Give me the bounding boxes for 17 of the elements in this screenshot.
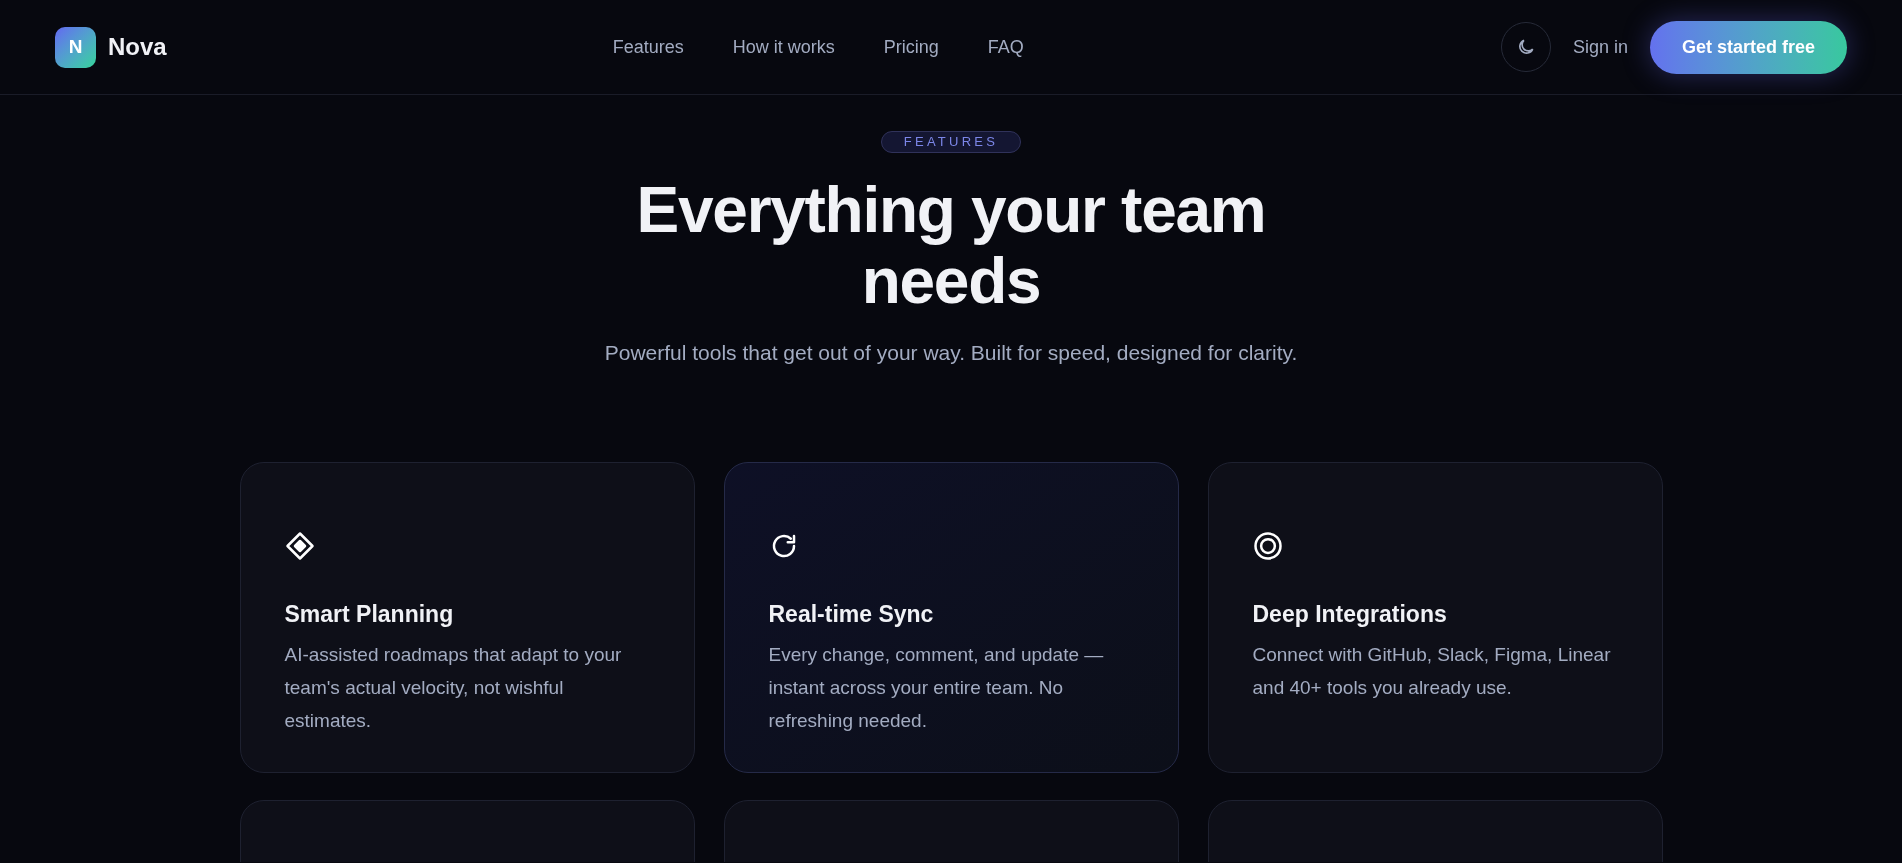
card-title: Deep Integrations	[1252, 600, 1448, 629]
card-description: Connect with GitHub, Slack, Figma, Linear and 40+ tools you already use.	[1252, 642, 1612, 700]
card-description: AI-assisted roadmaps that adapt to your team's actual velocity, not wishful estimates.	[284, 642, 623, 733]
section-subtitle: Powerful tools that get out of your way. Built for speed, designed for clarity.	[604, 339, 1298, 366]
section-heading: Everything your team needs	[635, 174, 1267, 317]
diamond-icon	[284, 531, 315, 561]
card-title: Smart Planning	[284, 600, 455, 629]
nav-link[interactable]: FAQ	[987, 33, 1024, 61]
nav-link[interactable]: How it works	[732, 33, 835, 61]
nav-link[interactable]: Pricing	[883, 33, 939, 61]
card-title: Real-time Sync	[768, 600, 935, 629]
section-badge: FEATURES	[880, 131, 1022, 153]
rings-icon	[1252, 531, 1283, 561]
sign-in-link[interactable]: Sign in	[1572, 33, 1628, 61]
brand-name[interactable]: Nova	[108, 29, 167, 65]
card-description: Every change, comment, and update — instant across your entire team. No refreshing needed.	[768, 642, 1105, 733]
nav-link[interactable]: Features	[612, 33, 684, 61]
